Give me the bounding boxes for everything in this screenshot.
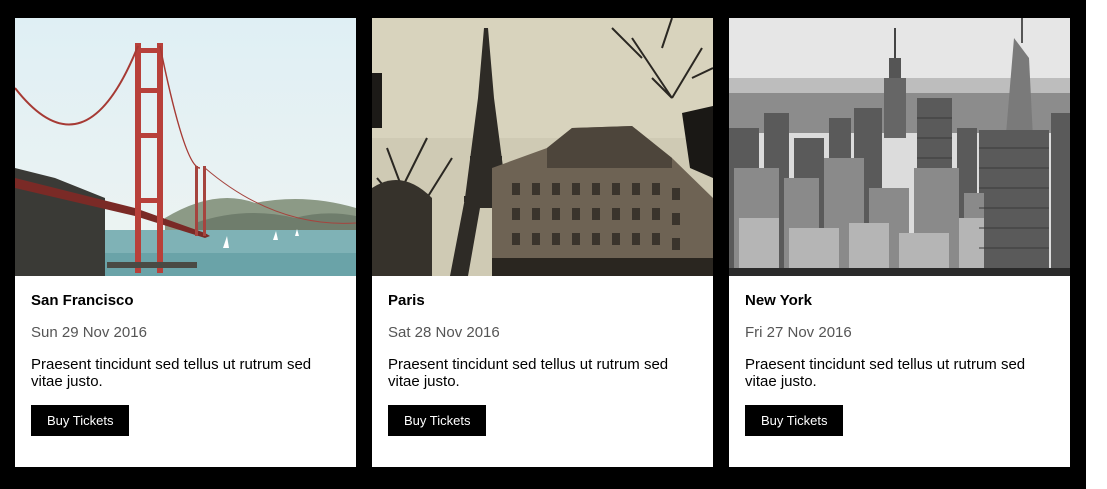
- buy-tickets-button[interactable]: Buy Tickets: [745, 405, 844, 436]
- event-description: Praesent tincidunt sed tellus ut rutrum …: [388, 356, 669, 390]
- city-card-paris: Paris Sat 28 Nov 2016 Praesent tincidunt…: [372, 18, 713, 467]
- event-date: Sat 28 Nov 2016: [388, 324, 500, 341]
- event-description: Praesent tincidunt sed tellus ut rutrum …: [31, 356, 312, 390]
- city-name: New York: [745, 292, 812, 309]
- city-name: San Francisco: [31, 292, 134, 309]
- tour-dates-section: San Francisco Sun 29 Nov 2016 Praesent t…: [0, 0, 1086, 489]
- event-date: Sun 29 Nov 2016: [31, 324, 147, 341]
- city-card-san-francisco: San Francisco Sun 29 Nov 2016 Praesent t…: [15, 18, 356, 467]
- card-body: Paris Sat 28 Nov 2016 Praesent tincidunt…: [388, 291, 697, 436]
- card-body: New York Fri 27 Nov 2016 Praesent tincid…: [745, 291, 1054, 436]
- card-body: San Francisco Sun 29 Nov 2016 Praesent t…: [31, 291, 340, 436]
- golden-gate-photo: [15, 18, 356, 276]
- buy-tickets-button[interactable]: Buy Tickets: [388, 405, 487, 436]
- eiffel-tower-photo: [372, 18, 713, 276]
- city-name: Paris: [388, 292, 425, 309]
- event-description: Praesent tincidunt sed tellus ut rutrum …: [745, 356, 1026, 390]
- new-york-skyline-photo: [729, 18, 1070, 276]
- buy-tickets-button[interactable]: Buy Tickets: [31, 405, 130, 436]
- event-date: Fri 27 Nov 2016: [745, 324, 852, 341]
- city-card-new-york: New York Fri 27 Nov 2016 Praesent tincid…: [729, 18, 1070, 467]
